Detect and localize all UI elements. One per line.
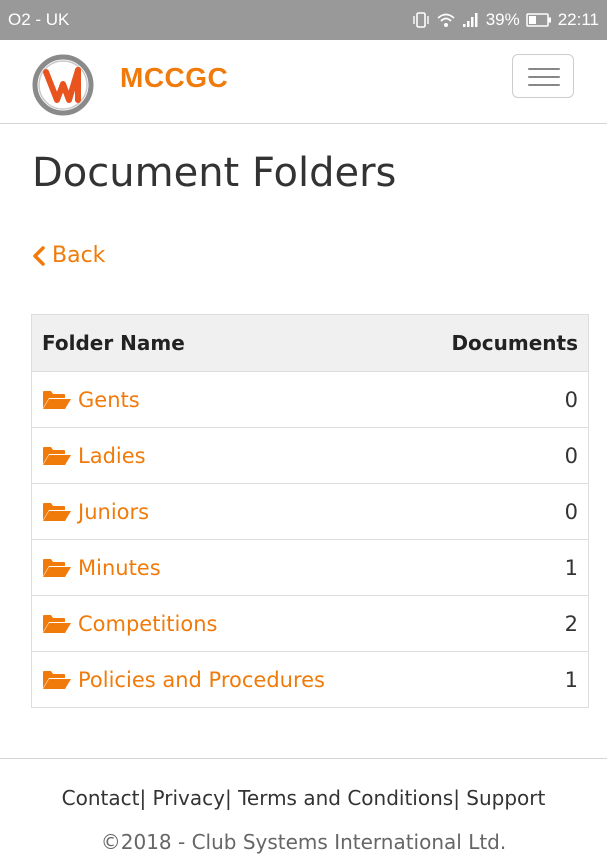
table-header-row: Folder Name Documents bbox=[31, 314, 589, 372]
clock: 22:11 bbox=[557, 10, 599, 29]
folder-name: Policies and Procedures bbox=[78, 667, 325, 692]
separator: | bbox=[224, 786, 232, 810]
folder-name-cell: Ladies bbox=[31, 427, 407, 484]
folder-name-cell: Minutes bbox=[31, 539, 407, 596]
table-row: Juniors 0 bbox=[31, 483, 589, 540]
menu-bar bbox=[528, 68, 560, 70]
privacy-link[interactable]: Privacy bbox=[153, 786, 225, 810]
club-logo-icon[interactable] bbox=[32, 54, 94, 116]
chevron-left-icon bbox=[32, 245, 46, 266]
footer-links: Contact| Privacy| Terms and Conditions| … bbox=[0, 786, 607, 810]
support-link[interactable]: Support bbox=[466, 786, 545, 810]
folder-name: Juniors bbox=[78, 499, 150, 524]
table-row: Minutes 1 bbox=[31, 539, 589, 596]
document-count: 0 bbox=[406, 427, 589, 484]
folder-name: Gents bbox=[78, 387, 140, 412]
wifi-icon bbox=[436, 11, 456, 29]
folder-name: Minutes bbox=[78, 555, 161, 580]
table-row: Ladies 0 bbox=[31, 427, 589, 484]
battery-icon bbox=[525, 13, 552, 27]
column-header-documents: Documents bbox=[406, 314, 589, 372]
footer-divider bbox=[0, 758, 607, 759]
folder-open-icon bbox=[42, 558, 72, 578]
battery-percent: 39% bbox=[485, 10, 520, 29]
folder-link[interactable]: Policies and Procedures bbox=[42, 668, 397, 692]
folder-name-cell: Policies and Procedures bbox=[31, 651, 407, 708]
status-icons: 39% 22:11 bbox=[412, 10, 599, 30]
folder-link[interactable]: Juniors bbox=[42, 500, 397, 524]
copyright: ©2018 - Club Systems International Ltd. bbox=[100, 830, 507, 854]
folder-open-icon bbox=[42, 670, 72, 690]
folder-open-icon bbox=[42, 446, 72, 466]
folder-link[interactable]: Ladies bbox=[42, 444, 397, 468]
page-title: Document Folders bbox=[32, 150, 397, 196]
hamburger-menu-button[interactable] bbox=[512, 54, 574, 98]
folder-link[interactable]: Competitions bbox=[42, 612, 397, 636]
brand-name[interactable]: MCCGC bbox=[120, 62, 228, 94]
folders-table: Folder Name Documents Gents 0 Ladies 0 Junio… bbox=[31, 314, 589, 708]
document-count: 1 bbox=[406, 539, 589, 596]
carrier-name: O2 - UK bbox=[8, 10, 70, 29]
table-row: Policies and Procedures 1 bbox=[31, 651, 589, 708]
folder-link[interactable]: Minutes bbox=[42, 556, 397, 580]
table-row: Competitions 2 bbox=[31, 595, 589, 652]
folder-name-cell: Juniors bbox=[31, 483, 407, 540]
document-count: 1 bbox=[406, 651, 589, 708]
folder-link[interactable]: Gents bbox=[42, 388, 397, 412]
folder-open-icon bbox=[42, 614, 72, 634]
separator: | bbox=[453, 786, 460, 810]
document-count: 0 bbox=[406, 483, 589, 540]
contact-link[interactable]: Contact bbox=[62, 786, 140, 810]
back-link[interactable]: Back bbox=[32, 243, 105, 268]
menu-bar bbox=[528, 76, 560, 78]
folder-name: Competitions bbox=[78, 611, 218, 636]
navbar: MCCGC bbox=[0, 40, 607, 124]
folder-open-icon bbox=[42, 502, 72, 522]
vibrate-icon bbox=[412, 11, 430, 29]
terms-link[interactable]: Terms and Conditions bbox=[238, 786, 453, 810]
signal-icon bbox=[462, 12, 480, 28]
status-bar: O2 - UK 39% 22:11 bbox=[0, 0, 607, 40]
folder-name: Ladies bbox=[78, 443, 146, 468]
folder-name-cell: Gents bbox=[31, 371, 407, 428]
menu-bar bbox=[528, 84, 560, 86]
separator: | bbox=[139, 786, 147, 810]
document-count: 2 bbox=[406, 595, 589, 652]
column-header-folder-name: Folder Name bbox=[31, 314, 407, 372]
folder-name-cell: Competitions bbox=[31, 595, 407, 652]
table-row: Gents 0 bbox=[31, 371, 589, 428]
document-count: 0 bbox=[406, 371, 589, 428]
back-label: Back bbox=[52, 243, 106, 268]
folder-open-icon bbox=[42, 390, 72, 410]
